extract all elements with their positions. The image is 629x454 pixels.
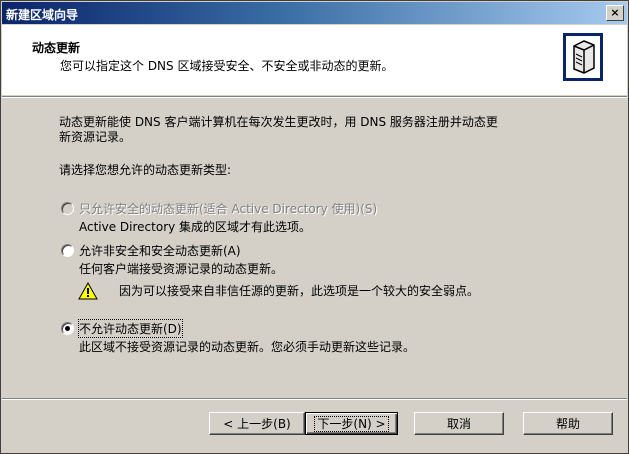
option-nonsecure-label[interactable]: 允许非安全和安全动态更新(A) xyxy=(79,242,241,259)
wizard-header: 动态更新 您可以指定这个 DNS 区域接受安全、不安全或非动态的更新。 xyxy=(2,25,627,95)
radio-no-dynamic-update[interactable] xyxy=(61,322,74,335)
page-title: 动态更新 xyxy=(32,41,81,55)
warning-icon xyxy=(78,282,98,300)
back-button[interactable]: < 上一步(B) xyxy=(209,412,305,435)
radio-secure-only[interactable] xyxy=(61,202,74,215)
next-button-label: 下一步(N) > xyxy=(314,416,389,432)
footer-divider xyxy=(2,398,627,400)
option-secure-only-label: 只允许安全的动态更新(适合 Active Directory 使用)(S) xyxy=(79,202,378,216)
cancel-button[interactable]: 取消 xyxy=(414,412,504,435)
page-subtitle: 您可以指定这个 DNS 区域接受安全、不安全或非动态的更新。 xyxy=(60,59,394,73)
option-no-dynamic-detail: 此区域不接受资源记录的动态更新。您必须手动更新这些记录。 xyxy=(79,340,416,354)
wizard-window: 新建区域向导 × 动态更新 您可以指定这个 DNS 区域接受安全、不安全或非动态… xyxy=(0,0,629,454)
server-icon xyxy=(563,33,603,81)
close-button[interactable]: × xyxy=(606,5,624,21)
radio-nonsecure-and-secure[interactable] xyxy=(61,244,74,257)
warning-text: 因为可以接受来自非信任源的更新，此选项是一个较大的安全弱点。 xyxy=(119,284,480,298)
close-icon: × xyxy=(610,6,620,19)
title-bar[interactable]: 新建区域向导 × xyxy=(2,2,627,24)
window-title: 新建区域向导 xyxy=(6,8,79,22)
header-divider xyxy=(2,96,627,98)
radio-selected-dot xyxy=(65,326,70,331)
description-line-2: 新资源记录。 xyxy=(59,130,132,144)
prompt-text: 请选择您想允许的动态更新类型: xyxy=(59,163,232,177)
help-button[interactable]: 帮助 xyxy=(523,412,613,435)
description-line-1: 动态更新能使 DNS 客户端计算机在每次发生更改时，用 DNS 服务器注册并动态… xyxy=(59,115,498,129)
next-button[interactable]: 下一步(N) > xyxy=(305,412,398,435)
option-secure-only-detail: Active Directory 集成的区域才有此选项。 xyxy=(79,220,312,234)
option-nonsecure-detail: 任何客户端接受资源记录的动态更新。 xyxy=(79,262,284,276)
option-no-dynamic-label[interactable]: 不允许动态更新(D) xyxy=(78,319,183,338)
